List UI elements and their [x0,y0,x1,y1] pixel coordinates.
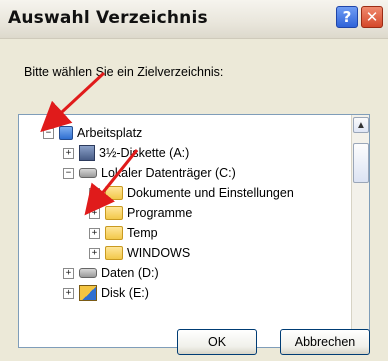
vertical-scrollbar[interactable]: ▲ ▼ [351,115,369,347]
tree-node-drive-c[interactable]: − Lokaler Datenträger (C:) [63,164,236,182]
folder-icon [105,226,123,240]
scroll-thumb[interactable] [353,143,369,183]
help-button[interactable]: ? [336,6,358,28]
tree-node-programme[interactable]: + Programme [89,204,192,222]
floppy-drive-icon [79,145,95,161]
scroll-up-button[interactable]: ▲ [353,117,369,133]
tree-node-label: Temp [127,226,158,240]
tree-node-label: Daten (D:) [101,266,159,280]
folder-icon [105,206,123,220]
expand-toggle[interactable]: + [89,187,100,199]
expand-toggle[interactable]: + [89,207,100,219]
tree-node-dokumente[interactable]: + Dokumente und Einstellungen [89,184,294,202]
tree-node-label: Arbeitsplatz [77,126,143,140]
tree-node-floppy[interactable]: + 3½-Diskette (A:) [63,144,189,162]
folder-icon [105,246,123,260]
expand-toggle[interactable]: + [89,227,100,239]
tree-node-label: Lokaler Datenträger (C:) [101,166,236,180]
instruction-text: Bitte wählen Sie ein Zielverzeichnis: [24,65,224,79]
expand-toggle[interactable]: + [63,147,74,159]
tree-node-drive-d[interactable]: + Daten (D:) [63,264,159,282]
tree-node-drive-e[interactable]: + Disk (E:) [63,284,149,302]
tree-node-label: Programme [127,206,193,220]
hard-drive-icon [79,268,97,278]
hard-drive-icon [79,168,97,178]
tree-node-label: Disk (E:) [101,286,149,300]
ok-button[interactable]: OK [177,329,257,355]
tree-node-label: WINDOWS [127,246,191,260]
title-bar: Auswahl Verzeichnis ? ✕ [0,0,388,39]
tree-node-label: 3½-Diskette (A:) [99,146,190,160]
tree-node-windows[interactable]: + WINDOWS [89,244,190,262]
window-title: Auswahl Verzeichnis [8,8,208,28]
tree-node-temp[interactable]: + Temp [89,224,158,242]
tree-node-label: Dokumente und Einstellungen [127,186,294,200]
collapse-toggle[interactable]: − [63,167,74,179]
cancel-button[interactable]: Abbrechen [280,329,370,355]
folder-icon [105,186,123,200]
removable-disk-icon [79,285,97,301]
folder-tree[interactable]: − Arbeitsplatz + 3½-Diskette (A:) − Loka… [18,114,370,348]
expand-toggle[interactable]: + [63,267,74,279]
expand-toggle[interactable]: + [89,247,100,259]
close-button[interactable]: ✕ [361,6,383,28]
expand-toggle[interactable]: + [63,287,74,299]
tree-node-arbeitsplatz[interactable]: − Arbeitsplatz [43,124,142,142]
computer-icon [59,126,73,140]
collapse-toggle[interactable]: − [43,127,54,139]
dialog-body: Bitte wählen Sie ein Zielverzeichnis: − … [0,39,388,361]
